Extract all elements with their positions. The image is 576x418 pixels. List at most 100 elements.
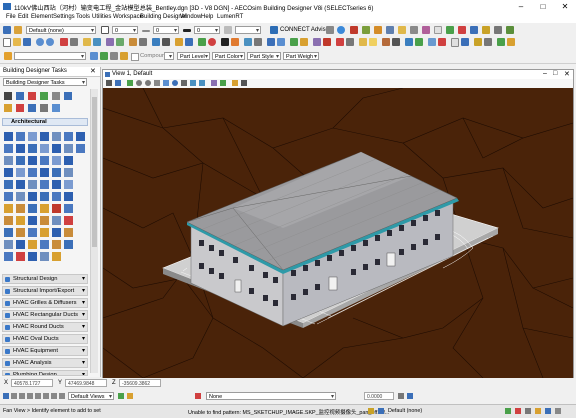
maximize-button[interactable]: □	[532, 0, 554, 13]
category-structural-import-export[interactable]: Structural Import/Export	[2, 286, 88, 296]
menu-edit[interactable]: Edit	[18, 14, 28, 20]
tool-h-icon[interactable]	[446, 26, 454, 34]
view-minimize-button[interactable]: –	[543, 70, 547, 77]
group-icon[interactable]	[346, 38, 354, 46]
task-panel-close-icon[interactable]: ✕	[90, 67, 96, 75]
connect-advisor-label[interactable]: CONNECT Advisor	[280, 27, 331, 33]
part-style-combo[interactable]: Part Style	[247, 52, 281, 60]
pencil-icon[interactable]	[4, 52, 12, 60]
category-hvac-grilles[interactable]: HVAC Grilles & Diffusers	[2, 298, 88, 308]
color-combo[interactable]: 0	[112, 26, 138, 34]
line-weight-icon[interactable]	[183, 29, 191, 32]
menu-help[interactable]: Help	[201, 14, 213, 20]
tool-d-icon[interactable]	[398, 26, 406, 34]
saved-views-icon[interactable]	[139, 38, 147, 46]
element-selection-icon[interactable]	[3, 26, 11, 34]
camera-icon[interactable]	[392, 38, 400, 46]
category-plumbing-design[interactable]: Plumbing Design	[2, 370, 88, 376]
array-icon[interactable]	[323, 38, 331, 46]
models-icon[interactable]	[129, 38, 137, 46]
place-circle-icon[interactable]	[208, 38, 216, 46]
menu-window[interactable]: Window	[180, 14, 201, 20]
print-icon[interactable]	[326, 26, 334, 34]
close-button[interactable]: ✕	[554, 0, 576, 13]
tool-g-icon[interactable]	[434, 26, 442, 34]
zoom-in-icon[interactable]	[136, 80, 142, 86]
tool-m-icon[interactable]	[506, 26, 514, 34]
category-hvac-oval-ducts[interactable]: HVAC Oval Ducts	[2, 334, 88, 344]
animation-icon[interactable]	[405, 38, 413, 46]
status-icon-a[interactable]	[505, 408, 511, 414]
help-icon[interactable]	[337, 26, 345, 34]
task-dropdown[interactable]: Building Designer Tasks	[3, 78, 87, 86]
level-display-icon[interactable]	[83, 38, 91, 46]
menu-utilities[interactable]: Utilities	[92, 14, 111, 20]
view-2-icon[interactable]	[11, 393, 17, 399]
save-icon[interactable]	[23, 38, 31, 46]
tool-settings-icon[interactable]	[398, 393, 404, 399]
status-icon-e[interactable]	[545, 408, 551, 414]
new-file-icon[interactable]	[3, 38, 11, 47]
markup-icon[interactable]	[438, 38, 446, 46]
tool-grid-graphic[interactable]	[2, 90, 88, 270]
part-sync-icon[interactable]	[100, 52, 108, 60]
transparency-combo[interactable]	[235, 26, 261, 34]
place-shape-icon[interactable]	[198, 38, 206, 46]
reference-icon[interactable]	[106, 38, 114, 46]
category-structural-design[interactable]: Structural Design	[2, 274, 88, 284]
3d-viewport[interactable]	[103, 88, 573, 378]
active-level-icon[interactable]	[378, 408, 384, 414]
tool-b-icon[interactable]	[374, 26, 382, 34]
accudraw-icon[interactable]	[70, 38, 78, 46]
view-display-icon[interactable]	[115, 80, 121, 86]
clip-volume-view-icon[interactable]	[220, 80, 226, 86]
section-icon[interactable]	[415, 38, 423, 46]
key-in-icon[interactable]	[162, 38, 170, 46]
mirror-icon[interactable]	[313, 38, 321, 46]
part-color-combo[interactable]: Part Color	[212, 52, 245, 60]
status-icon-c[interactable]	[525, 408, 531, 414]
part-weight-combo[interactable]: Part Weigh	[283, 52, 319, 60]
rotate-icon[interactable]	[290, 38, 298, 46]
lighting-icon[interactable]	[369, 38, 377, 46]
measure-icon[interactable]	[175, 38, 183, 46]
menu-settings[interactable]: Settings	[53, 14, 75, 20]
clip-volume-icon[interactable]	[428, 38, 436, 46]
view-3-icon[interactable]	[19, 393, 25, 399]
lumenrt-icon[interactable]	[350, 26, 358, 34]
scale-icon[interactable]	[300, 38, 308, 46]
view-1-icon[interactable]	[3, 393, 9, 399]
sheet-icon[interactable]	[451, 38, 459, 47]
fit-view-icon[interactable]	[163, 80, 169, 86]
tool-c-icon[interactable]	[386, 26, 394, 34]
part-find-icon[interactable]	[110, 52, 118, 60]
menu-element[interactable]: Element	[31, 14, 53, 20]
raster-icon[interactable]	[116, 38, 124, 46]
display-style-icon[interactable]	[152, 38, 160, 46]
view-6-icon[interactable]	[43, 393, 49, 399]
tool-p-icon[interactable]	[497, 38, 505, 46]
menu-lumenrt[interactable]: LumenRT	[217, 14, 243, 20]
compound-checkbox[interactable]	[131, 53, 139, 61]
part-lock-icon[interactable]	[120, 52, 128, 60]
menu-file[interactable]: File	[6, 14, 16, 20]
model-view-graphic[interactable]	[103, 88, 573, 378]
view-7-icon[interactable]	[51, 393, 57, 399]
tool-l-icon[interactable]	[494, 26, 502, 34]
text-icon[interactable]	[221, 38, 229, 46]
view-attributes-icon[interactable]	[93, 38, 101, 46]
view-group-icon[interactable]	[127, 393, 133, 399]
default-views-combo[interactable]: Default Views	[68, 392, 114, 400]
open-file-icon[interactable]	[13, 38, 21, 46]
category-hvac-round-ducts[interactable]: HVAC Round Ducts	[2, 322, 88, 332]
part-pick-icon[interactable]	[90, 52, 98, 60]
level-manager-icon[interactable]	[14, 26, 22, 34]
pan-view-icon[interactable]	[181, 80, 187, 86]
saved-view-icon[interactable]	[118, 393, 124, 399]
tool-i-icon[interactable]	[458, 26, 466, 34]
camera-view-icon[interactable]	[241, 80, 247, 86]
lock-icon[interactable]	[368, 408, 374, 414]
place-line-icon[interactable]	[185, 38, 193, 46]
snap-icon[interactable]	[60, 38, 68, 46]
move-icon[interactable]	[267, 38, 275, 46]
